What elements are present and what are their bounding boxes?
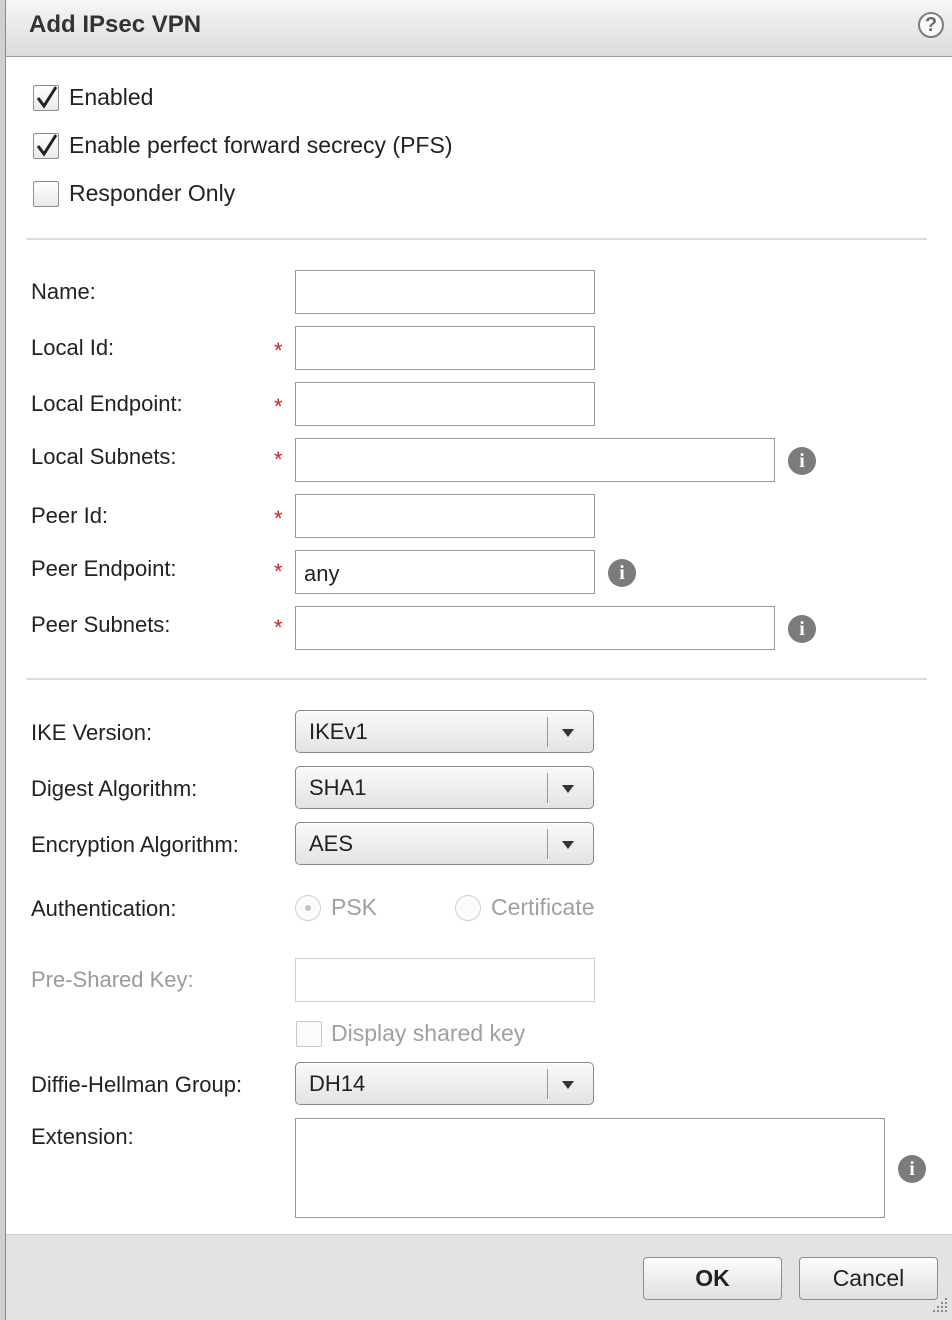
section-divider xyxy=(26,238,927,240)
peer-subnets-info-icon[interactable]: i xyxy=(788,615,816,643)
extension-textarea[interactable] xyxy=(295,1118,885,1218)
certificate-radio[interactable] xyxy=(455,895,481,921)
local-subnets-info-icon[interactable]: i xyxy=(788,447,816,475)
required-marker: * xyxy=(274,447,283,472)
section-divider xyxy=(26,678,927,680)
required-marker: * xyxy=(274,559,283,584)
pre-shared-key-input[interactable] xyxy=(295,958,595,1002)
enabled-label[interactable]: Enabled xyxy=(69,84,153,111)
digest-algorithm-value: SHA1 xyxy=(309,775,367,800)
encryption-algorithm-label: Encryption Algorithm: xyxy=(31,832,239,857)
local-id-input[interactable] xyxy=(295,326,595,370)
select-divider xyxy=(547,773,548,803)
display-shared-key-checkbox[interactable] xyxy=(296,1021,322,1047)
responder-only-checkbox[interactable] xyxy=(33,181,59,207)
ike-version-select[interactable]: IKEv1 xyxy=(295,710,594,753)
chevron-down-icon[interactable] xyxy=(562,729,574,737)
encryption-algorithm-value: AES xyxy=(309,831,354,856)
enabled-checkbox[interactable] xyxy=(33,85,59,111)
select-divider xyxy=(547,1069,548,1099)
dialog-titlebar: Add IPsec VPN ? xyxy=(6,0,952,57)
resize-grip-icon[interactable] xyxy=(931,1296,949,1314)
local-id-label: Local Id: xyxy=(31,335,115,360)
local-subnets-label: Local Subnets: xyxy=(31,444,177,469)
peer-subnets-input[interactable] xyxy=(295,606,775,650)
checkmark-icon xyxy=(36,134,58,157)
required-marker: * xyxy=(274,338,283,363)
pfs-checkbox[interactable] xyxy=(33,133,59,159)
digest-algorithm-label: Digest Algorithm: xyxy=(31,776,198,801)
digest-algorithm-select[interactable]: SHA1 xyxy=(295,766,594,809)
peer-endpoint-input[interactable]: any xyxy=(295,550,595,594)
select-divider xyxy=(547,717,548,747)
dialog-title: Add IPsec VPN xyxy=(29,11,202,38)
certificate-radio-label[interactable]: Certificate xyxy=(491,894,595,921)
required-marker: * xyxy=(274,615,283,640)
ike-version-value: IKEv1 xyxy=(309,719,368,744)
name-label: Name: xyxy=(31,279,96,304)
peer-id-label: Peer Id: xyxy=(31,503,109,528)
checkmark-icon xyxy=(36,86,58,109)
local-endpoint-input[interactable] xyxy=(295,382,595,426)
psk-radio-label[interactable]: PSK xyxy=(331,894,377,921)
extension-info-icon[interactable]: i xyxy=(898,1155,926,1183)
peer-subnets-label: Peer Subnets: xyxy=(31,612,171,637)
peer-endpoint-label: Peer Endpoint: xyxy=(31,556,177,581)
local-endpoint-label: Local Endpoint: xyxy=(31,391,183,416)
ok-button[interactable]: OK xyxy=(643,1257,782,1300)
select-divider xyxy=(547,829,548,859)
required-marker: * xyxy=(274,394,283,419)
encryption-algorithm-select[interactable]: AES xyxy=(295,822,594,865)
peer-id-input[interactable] xyxy=(295,494,595,538)
help-icon[interactable]: ? xyxy=(918,12,944,38)
peer-endpoint-info-icon[interactable]: i xyxy=(608,559,636,587)
dh-group-label: Diffie-Hellman Group: xyxy=(31,1072,243,1097)
chevron-down-icon[interactable] xyxy=(562,1081,574,1089)
ike-version-label: IKE Version: xyxy=(31,720,153,745)
local-subnets-input[interactable] xyxy=(295,438,775,482)
add-ipsec-vpn-dialog: Add IPsec VPN ? Enabled Enable perfect f… xyxy=(5,0,952,1320)
display-shared-key-label[interactable]: Display shared key xyxy=(331,1020,525,1047)
required-marker: * xyxy=(274,506,283,531)
authentication-label: Authentication: xyxy=(31,896,177,921)
radio-selected-dot xyxy=(305,905,311,911)
name-input[interactable] xyxy=(295,270,595,314)
chevron-down-icon[interactable] xyxy=(562,841,574,849)
pfs-label[interactable]: Enable perfect forward secrecy (PFS) xyxy=(69,132,452,159)
dh-group-select[interactable]: DH14 xyxy=(295,1062,594,1105)
cancel-button[interactable]: Cancel xyxy=(799,1257,938,1300)
extension-label: Extension: xyxy=(31,1124,134,1149)
pre-shared-key-label: Pre-Shared Key: xyxy=(31,967,194,992)
dh-group-value: DH14 xyxy=(309,1071,366,1096)
responder-only-label[interactable]: Responder Only xyxy=(69,180,235,207)
chevron-down-icon[interactable] xyxy=(562,785,574,793)
psk-radio[interactable] xyxy=(295,895,321,921)
